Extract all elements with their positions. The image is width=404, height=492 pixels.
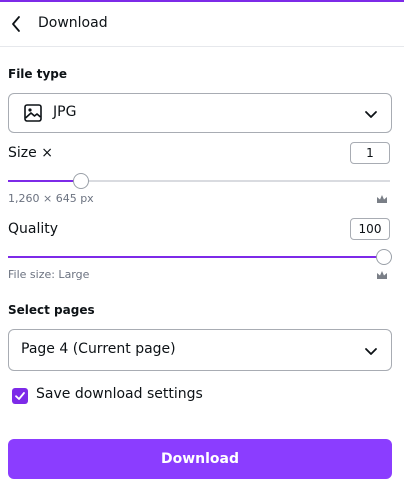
image-icon [24, 104, 42, 122]
chevron-down-icon [365, 348, 377, 355]
pages-select[interactable]: Page 4 (Current page) [8, 329, 392, 371]
download-button[interactable]: Download [8, 439, 392, 479]
size-dimensions: 1,260 × 645 px [8, 192, 94, 205]
panel-header: Download [0, 2, 404, 47]
file-type-label: File type [8, 67, 68, 81]
checkmark-icon [15, 392, 25, 400]
save-settings-checkbox[interactable] [12, 388, 28, 404]
pages-value: Page 4 (Current page) [21, 341, 176, 357]
size-slider-fill [8, 180, 81, 182]
quality-slider-fill [8, 256, 390, 258]
select-pages-label: Select pages [8, 303, 95, 317]
size-label: Size × [8, 145, 53, 161]
size-value-input[interactable]: 1 [350, 142, 390, 164]
file-size-text: File size: Large [8, 268, 90, 281]
crown-icon [377, 195, 387, 203]
size-slider-thumb[interactable] [73, 173, 89, 189]
file-type-select[interactable]: JPG [8, 93, 392, 133]
quality-slider-thumb[interactable] [376, 249, 392, 265]
save-settings-label[interactable]: Save download settings [36, 386, 203, 402]
quality-value-input[interactable]: 100 [350, 218, 390, 240]
crown-icon [377, 271, 387, 279]
quality-slider[interactable] [8, 249, 392, 265]
chevron-left-icon [12, 16, 20, 32]
file-type-value: JPG [53, 104, 77, 120]
panel-title: Download [38, 15, 108, 31]
chevron-down-icon [365, 111, 377, 118]
quality-label: Quality [8, 221, 59, 237]
back-button[interactable] [6, 13, 26, 35]
size-slider[interactable] [8, 173, 390, 189]
